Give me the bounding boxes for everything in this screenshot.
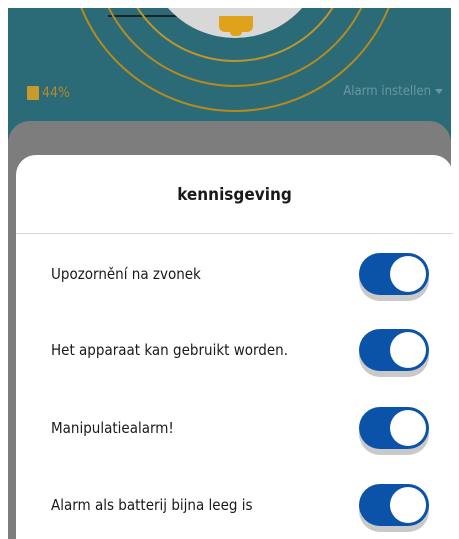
- battery-icon: [27, 86, 39, 100]
- setting-label: Het apparaat kan gebruikt worden.: [51, 341, 288, 359]
- battery-text: 44%: [42, 85, 70, 101]
- setting-label: Upozornění na zvonek: [51, 265, 201, 283]
- toggle-knob: [390, 487, 426, 523]
- toggle-knob: [390, 332, 426, 368]
- toggle-knob: [390, 256, 426, 292]
- alarm-settings-dropdown[interactable]: Alarm instellen: [343, 84, 443, 99]
- toggle-knob: [390, 410, 426, 446]
- bell-icon: [219, 16, 253, 32]
- setting-row-low-battery-alarm: Alarm als batterij bijna leeg is: [16, 479, 453, 531]
- setting-label: Manipulatiealarm!: [51, 419, 174, 437]
- setting-row-device-usable: Het apparaat kan gebruikt worden.: [16, 324, 453, 376]
- bell-notification-toggle[interactable]: [359, 253, 429, 295]
- tamper-alarm-toggle[interactable]: [359, 407, 429, 449]
- notification-dialog: kennisgeving Upozornění na zvonek Het ap…: [16, 155, 453, 539]
- setting-row-bell-notification: Upozornění na zvonek: [16, 248, 453, 300]
- setting-row-tamper-alarm: Manipulatiealarm!: [16, 402, 453, 454]
- caret-down-icon: [435, 89, 443, 94]
- alarm-settings-label: Alarm instellen: [343, 84, 431, 99]
- device-usable-toggle[interactable]: [359, 329, 429, 371]
- dialog-title: kennisgeving: [177, 185, 292, 205]
- battery-indicator: 44%: [27, 85, 70, 101]
- low-battery-alarm-toggle[interactable]: [359, 484, 429, 526]
- setting-label: Alarm als batterij bijna leeg is: [51, 496, 253, 514]
- divider: [16, 233, 453, 234]
